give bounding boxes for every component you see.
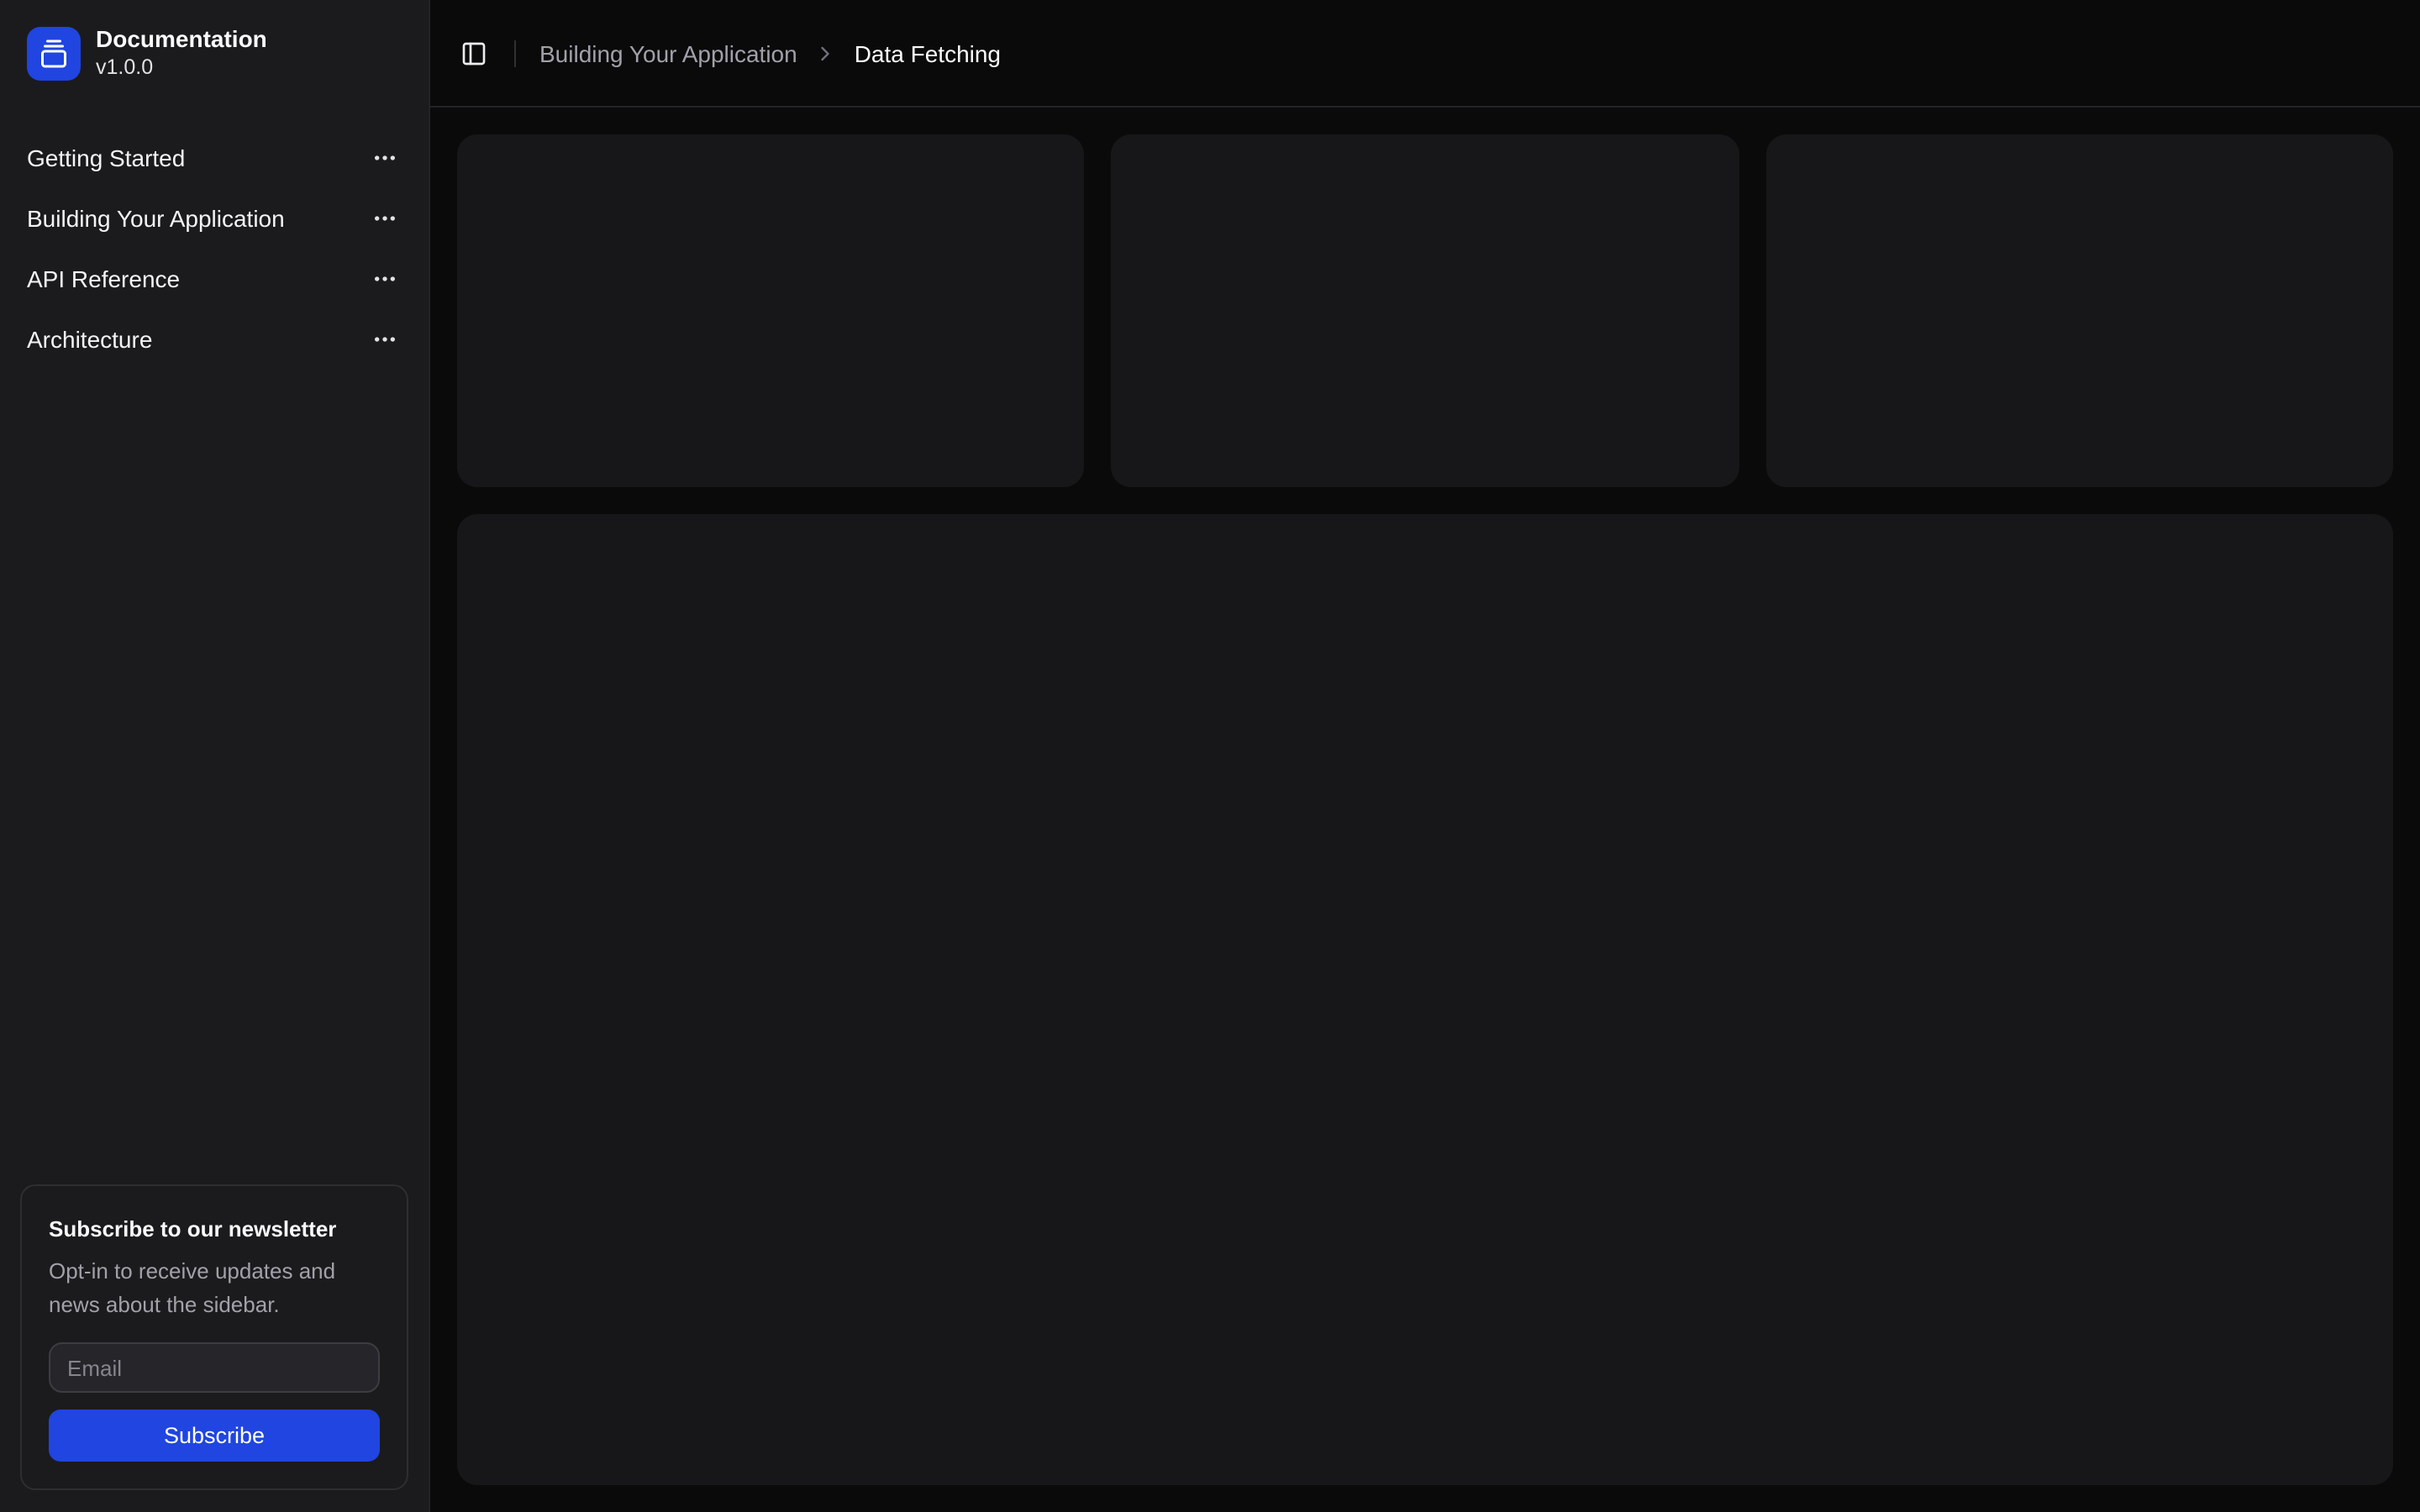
header-separator: [514, 39, 516, 66]
more-actions-button[interactable]: [368, 262, 402, 296]
more-actions-button[interactable]: [368, 323, 402, 356]
email-input[interactable]: [49, 1342, 380, 1393]
chevron-right-icon: [814, 41, 838, 65]
app-version: v1.0.0: [96, 55, 154, 79]
newsletter-card: Subscribe to our newsletter Opt-in to re…: [20, 1184, 408, 1490]
sidebar: Documentation v1.0.0 Getting Started Bui…: [0, 0, 430, 1512]
ellipsis-icon: [371, 144, 398, 171]
placeholder-card: [1111, 134, 1739, 487]
sidebar-footer: Subscribe to our newsletter Opt-in to re…: [0, 1164, 429, 1512]
ellipsis-icon: [371, 205, 398, 232]
sidebar-item-label: API Reference: [27, 265, 181, 292]
app-identity: Documentation v1.0.0: [96, 25, 267, 80]
ellipsis-icon: [371, 265, 398, 292]
breadcrumb-link[interactable]: Building Your Application: [539, 39, 797, 66]
placeholder-card: [1765, 134, 2393, 487]
more-actions-button[interactable]: [368, 202, 402, 235]
gallery-vertical-end-icon: [39, 39, 69, 69]
placeholder-card-large: [457, 514, 2393, 1485]
ellipsis-icon: [371, 326, 398, 353]
sidebar-item-label: Building Your Application: [27, 205, 285, 232]
more-actions-button[interactable]: [368, 141, 402, 175]
main-header: Building Your Application Data Fetching: [430, 0, 2420, 108]
sidebar-header: Documentation v1.0.0: [0, 0, 429, 108]
placeholder-card-row: [457, 134, 2393, 487]
app-root: Documentation v1.0.0 Getting Started Bui…: [0, 0, 2420, 1512]
breadcrumb: Building Your Application Data Fetching: [539, 39, 1001, 66]
breadcrumb-current: Data Fetching: [854, 39, 1002, 66]
newsletter-description: Opt-in to receive updates and news about…: [49, 1258, 336, 1317]
sidebar-item-building-your-application[interactable]: Building Your Application: [13, 192, 415, 245]
placeholder-card: [457, 134, 1085, 487]
subscribe-button[interactable]: Subscribe: [49, 1410, 380, 1462]
sidebar-item-getting-started[interactable]: Getting Started: [13, 131, 415, 185]
sidebar-item-label: Architecture: [27, 326, 153, 353]
sidebar-item-architecture[interactable]: Architecture: [13, 312, 415, 366]
version-switcher-button[interactable]: Documentation v1.0.0: [13, 20, 415, 87]
sidebar-toggle-button[interactable]: [450, 29, 497, 76]
sidebar-menu: Getting Started Building Your Applicatio…: [0, 108, 429, 380]
page-content: [430, 108, 2420, 1512]
sidebar-item-label: Getting Started: [27, 144, 186, 171]
app-logo: [27, 27, 81, 81]
panel-left-icon: [460, 39, 487, 66]
newsletter-title: Subscribe to our newsletter: [49, 1216, 337, 1242]
sidebar-item-api-reference[interactable]: API Reference: [13, 252, 415, 306]
main-area: Building Your Application Data Fetching: [430, 0, 2420, 1512]
app-title: Documentation: [96, 25, 267, 53]
